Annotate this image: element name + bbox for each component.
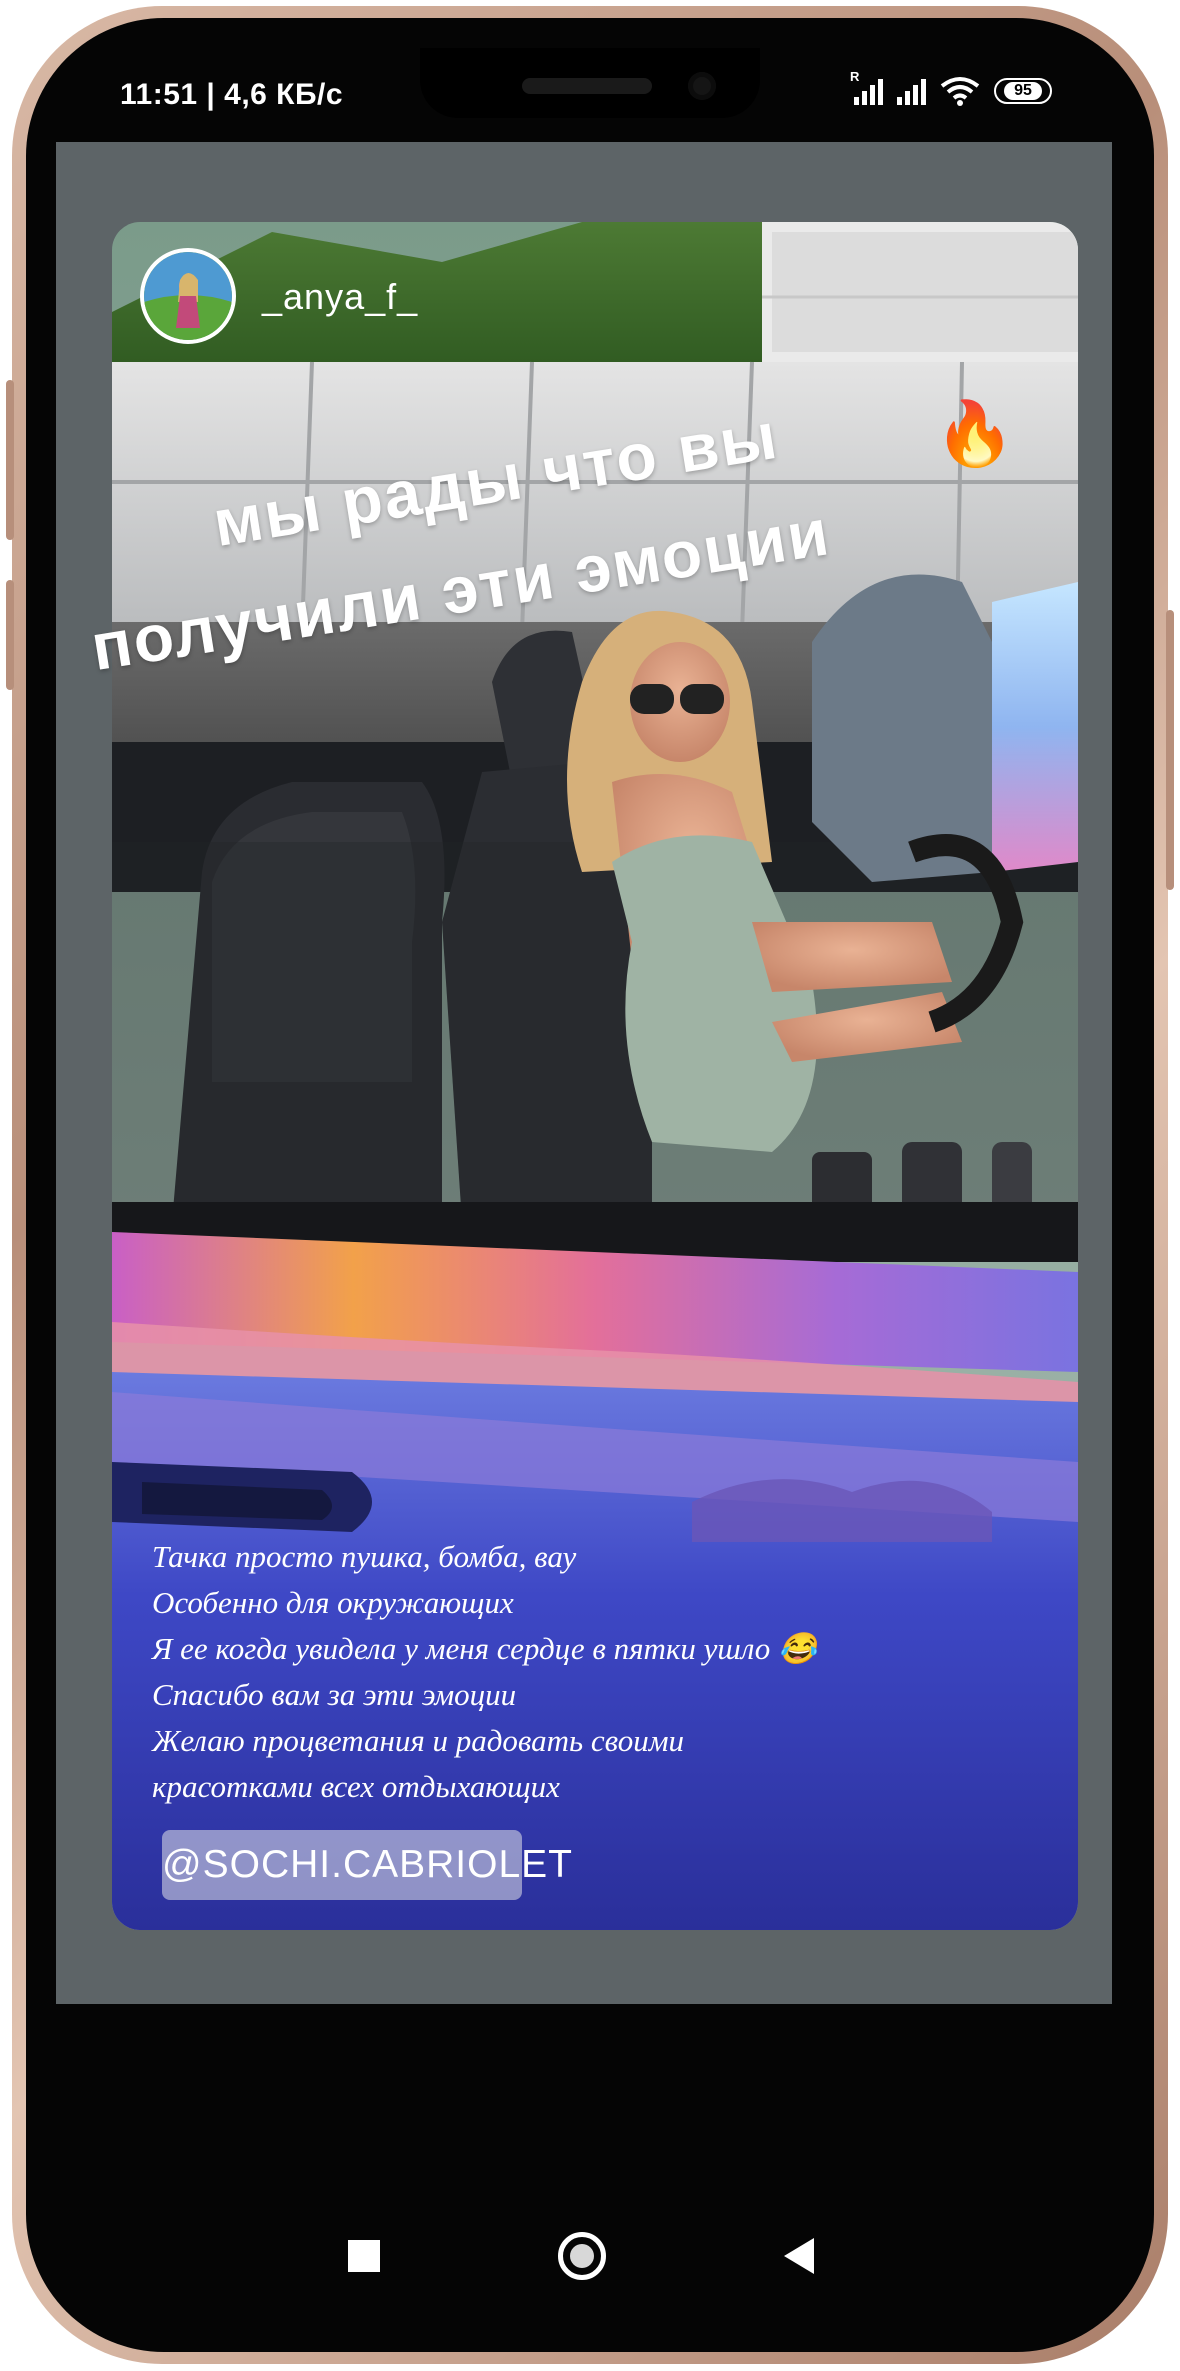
wifi-icon: [940, 77, 980, 106]
review-line: Я ее когда увидела у меня сердце в пятки…: [152, 1631, 817, 1666]
recents-button[interactable]: [348, 2240, 380, 2272]
profile-avatar[interactable]: [140, 248, 236, 344]
review-line: Тачка просто пушка, бомба, вау: [152, 1539, 577, 1574]
mention-sticker[interactable]: @SOCHI.CABRIOLET: [162, 1830, 572, 1900]
status-icons: R 95: [850, 69, 1052, 106]
volume-button-lower: [6, 580, 14, 690]
avatar-image: [144, 252, 232, 340]
power-button: [1166, 610, 1174, 890]
earpiece-speaker: [522, 78, 652, 94]
signal-icon-secondary: [897, 77, 926, 105]
battery-level: 95: [1004, 82, 1042, 100]
status-time: 11:51 | 4,6 КБ/с: [120, 78, 344, 111]
review-line: Особенно для окружающих: [152, 1585, 514, 1620]
back-button[interactable]: [784, 2238, 814, 2274]
review-line: Спасибо вам за эти эмоции: [152, 1677, 517, 1712]
story-review-text: Тачка просто пушка, бомба, вау Особенно …: [152, 1534, 817, 1810]
volume-button: [6, 380, 14, 540]
front-camera: [688, 72, 716, 100]
signal-icon: R: [850, 69, 883, 105]
fire-emoji: 🔥: [928, 391, 1019, 475]
home-button[interactable]: [558, 2232, 606, 2280]
review-line: красотками всех отдыхающих: [152, 1769, 560, 1804]
story-username[interactable]: _anya_f_: [262, 276, 418, 318]
review-line: Желаю процветания и радовать своими: [152, 1723, 685, 1758]
battery-icon: 95: [994, 78, 1052, 104]
